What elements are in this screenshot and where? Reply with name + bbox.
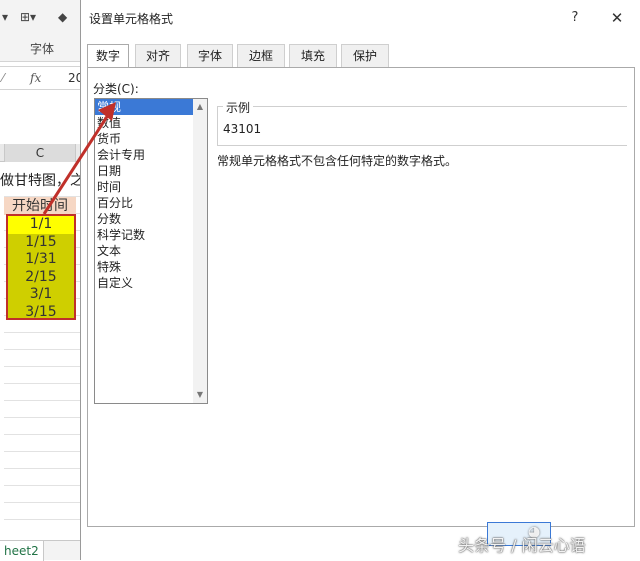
borders-grid-icon[interactable]: ⊞▾ xyxy=(20,10,36,24)
gridline xyxy=(4,332,80,333)
column-headers: C xyxy=(0,144,80,162)
category-label: 分类(C): xyxy=(93,82,139,96)
border-icon[interactable]: ▾ xyxy=(2,10,8,24)
ribbon: ▾ ⊞▾ ◆ 字体 xyxy=(0,0,80,62)
date-cell[interactable]: 3/1 xyxy=(8,286,74,304)
column-header-c[interactable]: C xyxy=(4,144,76,162)
formula-bar: ⁄ fx 20 xyxy=(0,66,83,90)
category-item-fraction[interactable]: 分数 xyxy=(95,211,207,227)
gridline xyxy=(4,502,80,503)
date-cell[interactable]: 1/1 xyxy=(8,216,74,234)
formula-bar-divider-icon: ⁄ xyxy=(2,71,5,85)
gridline xyxy=(4,349,80,350)
category-item-number[interactable]: 数值 xyxy=(95,115,207,131)
tab-font[interactable]: 字体 xyxy=(187,44,233,68)
gridline xyxy=(4,383,80,384)
format-cells-dialog: 设置单元格格式 ? ✕ 数字 对齐 字体 边框 填充 保护 分类(C): 常规 … xyxy=(80,0,640,560)
date-cell[interactable]: 1/15 xyxy=(8,234,74,252)
sample-groupbox xyxy=(217,106,627,146)
category-listbox[interactable]: 常规 数值 货币 会计专用 日期 时间 百分比 分数 科学记数 文本 特殊 自定… xyxy=(94,98,208,404)
tab-alignment[interactable]: 对齐 xyxy=(135,44,181,68)
tab-protection[interactable]: 保护 xyxy=(341,44,389,68)
sheet-tab[interactable]: heet2 xyxy=(0,541,44,561)
start-time-header-cell[interactable]: 开始时间 xyxy=(4,197,76,215)
category-item-general[interactable]: 常规 xyxy=(95,99,193,115)
dialog-titlebar[interactable]: 设置单元格格式 ? ✕ xyxy=(81,0,640,34)
gridline xyxy=(4,451,80,452)
tab-fill[interactable]: 填充 xyxy=(289,44,337,68)
gridline xyxy=(4,366,80,367)
dialog-title: 设置单元格格式 xyxy=(89,12,174,26)
gridline xyxy=(4,434,80,435)
scroll-up-icon[interactable]: ▲ xyxy=(193,101,207,113)
sample-value: 43101 xyxy=(223,122,262,136)
category-item-time[interactable]: 时间 xyxy=(95,179,207,195)
gridline xyxy=(4,417,80,418)
note-cell[interactable]: 做甘特图，之 xyxy=(0,170,84,190)
category-item-currency[interactable]: 货币 xyxy=(95,131,207,147)
fx-icon[interactable]: fx xyxy=(30,71,41,85)
gridline xyxy=(4,468,80,469)
watermark-text: 头条号 / 闲云心语 xyxy=(458,536,586,555)
gridline xyxy=(4,400,80,401)
date-cell[interactable]: 3/15 xyxy=(8,304,74,322)
category-item-text[interactable]: 文本 xyxy=(95,243,207,259)
category-item-scientific[interactable]: 科学记数 xyxy=(95,227,207,243)
ribbon-group-font-label: 字体 xyxy=(30,42,55,56)
close-button[interactable]: ✕ xyxy=(607,8,627,28)
tab-number[interactable]: 数字 xyxy=(87,44,129,69)
scroll-down-icon[interactable]: ▼ xyxy=(193,389,207,401)
sample-legend: 示例 xyxy=(223,99,254,116)
selected-date-range[interactable]: 1/1 1/15 1/31 2/15 3/1 3/15 xyxy=(6,214,76,320)
help-button[interactable]: ? xyxy=(565,8,585,28)
gridline xyxy=(4,519,80,520)
date-cell[interactable]: 1/31 xyxy=(8,251,74,269)
category-item-custom[interactable]: 自定义 xyxy=(95,275,207,291)
fill-color-icon[interactable]: ◆ xyxy=(58,10,67,24)
sheet-tab-bar: heet2 xyxy=(0,540,80,561)
category-item-accounting[interactable]: 会计专用 xyxy=(95,147,207,163)
category-item-special[interactable]: 特殊 xyxy=(95,259,207,275)
category-scrollbar[interactable]: ▲ ▼ xyxy=(193,99,207,403)
date-cell[interactable]: 2/15 xyxy=(8,269,74,287)
gridline xyxy=(4,485,80,486)
format-description: 常规单元格格式不包含任何特定的数字格式。 xyxy=(217,154,458,168)
category-item-percentage[interactable]: 百分比 xyxy=(95,195,207,211)
category-item-date[interactable]: 日期 xyxy=(95,163,207,179)
tab-border[interactable]: 边框 xyxy=(237,44,285,68)
